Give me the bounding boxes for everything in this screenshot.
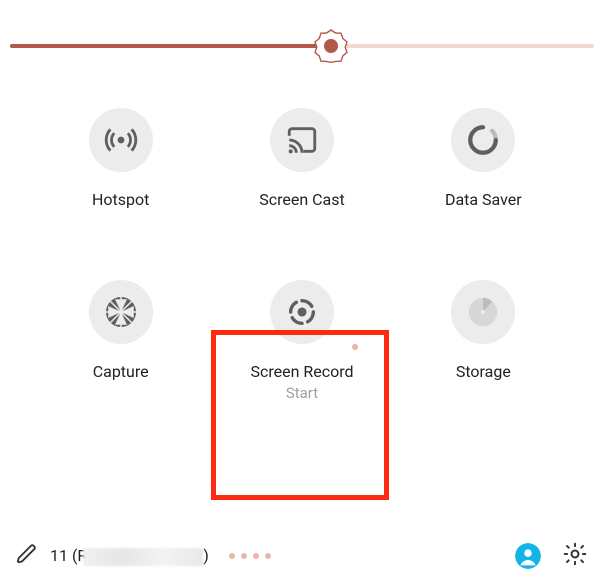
record-icon [270, 280, 334, 344]
page-indicator[interactable] [229, 553, 502, 559]
brightness-icon [314, 29, 348, 63]
tile-hotspot[interactable]: Hotspot [30, 108, 211, 210]
build-prefix: 11 (R [50, 546, 87, 565]
gear-icon[interactable] [562, 541, 588, 571]
page-dot [253, 553, 259, 559]
brightness-slider[interactable] [10, 24, 594, 68]
tile-label: Data Saver [445, 190, 522, 210]
tile-label: Storage [456, 362, 511, 382]
page-dot [229, 553, 235, 559]
tile-label: Capture [93, 362, 149, 382]
obscured-text [83, 548, 203, 566]
tile-capture[interactable]: Capture [30, 280, 211, 402]
tile-data-saver[interactable]: Data Saver [393, 108, 574, 210]
tile-sublabel: Start [286, 384, 318, 402]
slider-filled [10, 44, 331, 48]
tile-screen-cast[interactable]: Screen Cast [211, 108, 392, 210]
quick-settings-grid: Hotspot Screen Cast Data Saver Capture Scree… [0, 68, 604, 402]
build-suffix: ) [203, 546, 209, 565]
tile-screen-record[interactable]: Screen Record Start [211, 280, 392, 402]
page-dot [241, 553, 247, 559]
tile-label: Screen Record [250, 362, 353, 382]
slider-thumb[interactable] [314, 29, 348, 63]
tile-storage[interactable]: Storage [393, 280, 574, 402]
tile-label: Hotspot [92, 190, 149, 210]
tile-label: Screen Cast [259, 190, 345, 210]
data-saver-icon [451, 108, 515, 172]
edit-icon[interactable] [16, 543, 38, 569]
disk-icon [451, 280, 515, 344]
bottom-bar: 11 (R) [0, 541, 604, 571]
aperture-icon [89, 280, 153, 344]
account-icon[interactable] [514, 542, 542, 570]
cast-icon [270, 108, 334, 172]
record-status-dot [352, 344, 358, 350]
hotspot-icon [89, 108, 153, 172]
page-dot [265, 553, 271, 559]
